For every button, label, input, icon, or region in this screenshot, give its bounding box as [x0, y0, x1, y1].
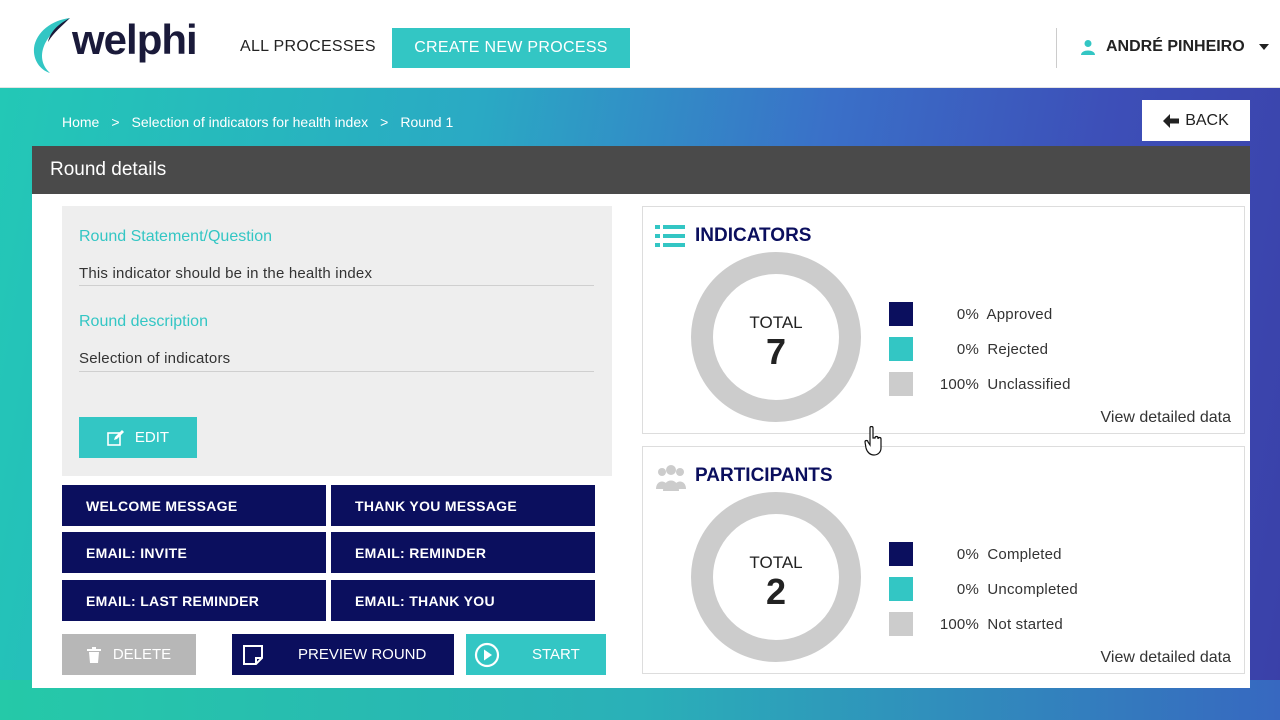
breadcrumb-home[interactable]: Home	[62, 114, 99, 130]
edit-label: EDIT	[134, 429, 170, 446]
back-label: BACK	[1185, 111, 1229, 129]
legend-pct: 0%	[956, 580, 979, 598]
trash-icon	[86, 646, 101, 663]
indicators-title: INDICATORS	[695, 225, 812, 246]
legend-swatch	[889, 542, 913, 566]
indicators-card: INDICATORS TOTAL 7 0% Approved 0% Reject…	[642, 206, 1245, 434]
indicators-total-value: 7	[765, 331, 787, 372]
description-underline	[79, 371, 594, 372]
legend-swatch	[889, 577, 913, 601]
user-name: ANDRÉ PINHEIRO	[1106, 38, 1245, 55]
welphi-logo[interactable]: welphi	[30, 16, 220, 74]
email-thank-you-button[interactable]: EMAIL: THANK YOU	[331, 580, 595, 621]
breadcrumb-round: Round 1	[400, 114, 454, 130]
legend-label: Rejected	[987, 340, 1049, 358]
participants-total-value: 2	[765, 571, 787, 612]
legend-label: Unclassified	[987, 375, 1071, 393]
users-icon	[656, 465, 686, 491]
legend-completed: 0% Completed	[889, 542, 1093, 566]
legend-pct: 0%	[956, 305, 979, 323]
statement-underline	[79, 285, 594, 286]
user-menu[interactable]: ANDRÉ PINHEIRO	[1080, 38, 1269, 56]
participants-total: TOTAL 2	[691, 553, 861, 613]
statement-label: Round Statement/Question	[79, 228, 273, 245]
legend-pct: 100%	[939, 375, 979, 393]
legend-pct: 0%	[956, 545, 979, 563]
participants-title: PARTICIPANTS	[695, 465, 833, 486]
legend-label: Completed	[987, 545, 1062, 563]
play-icon	[474, 642, 500, 668]
start-label: START	[532, 646, 580, 663]
chevron-down-icon	[1258, 44, 1269, 50]
breadcrumb-separator: >	[111, 114, 120, 130]
legend-swatch	[889, 337, 913, 361]
legend-label: Uncompleted	[987, 580, 1078, 598]
delete-label: DELETE	[112, 646, 172, 663]
preview-icon	[243, 645, 263, 665]
participants-view-detailed-link[interactable]: View detailed data	[1101, 649, 1231, 667]
statement-value: This indicator should be in the health i…	[79, 265, 373, 282]
legend-uncompleted: 0% Uncompleted	[889, 577, 1093, 601]
legend-label: Approved	[986, 305, 1053, 323]
welcome-message-button[interactable]: WELCOME MESSAGE	[62, 485, 326, 526]
indicators-total: TOTAL 7	[691, 313, 861, 373]
create-new-process-button[interactable]: CREATE NEW PROCESS	[392, 28, 630, 68]
description-label: Round description	[79, 313, 208, 330]
person-icon	[1081, 40, 1095, 55]
preview-round-label: PREVIEW ROUND	[298, 646, 427, 663]
arrow-left-icon	[1163, 113, 1180, 128]
legend-pct: 100%	[939, 615, 979, 633]
legend-swatch	[889, 302, 913, 326]
legend-swatch	[889, 612, 913, 636]
email-reminder-button[interactable]: EMAIL: REMINDER	[331, 532, 595, 573]
participants-total-label: TOTAL	[749, 553, 803, 572]
legend-unclassified: 100% Unclassified	[889, 372, 1093, 396]
breadcrumb-process[interactable]: Selection of indicators for health index	[132, 114, 369, 130]
participants-card: PARTICIPANTS TOTAL 2 0% Completed 0% Unc…	[642, 446, 1245, 674]
legend-not-started: 100% Not started	[889, 612, 1093, 636]
edit-button[interactable]: EDIT	[79, 417, 197, 458]
indicators-view-detailed-link[interactable]: View detailed data	[1101, 409, 1231, 427]
legend-pct: 0%	[956, 340, 979, 358]
logo-text: welphi	[72, 16, 198, 63]
thank-you-message-button[interactable]: THANK YOU MESSAGE	[331, 485, 595, 526]
logo-swoosh-icon	[33, 18, 70, 73]
edit-icon	[107, 429, 124, 446]
panel-title: Round details	[32, 146, 1250, 194]
legend-label: Not started	[987, 615, 1063, 633]
legend-rejected: 0% Rejected	[889, 337, 1093, 361]
description-value: Selection of indicators	[79, 350, 231, 367]
top-bar: welphi ALL PROCESSES CREATE NEW PROCESS …	[0, 0, 1280, 88]
legend-swatch	[889, 372, 913, 396]
nav-all-processes[interactable]: ALL PROCESSES	[240, 38, 376, 56]
email-invite-button[interactable]: EMAIL: INVITE	[62, 532, 326, 573]
indicators-total-label: TOTAL	[749, 313, 803, 332]
hand-cursor-icon	[864, 426, 882, 456]
breadcrumb: Home > Selection of indicators for healt…	[62, 114, 453, 130]
header-divider	[1056, 28, 1057, 68]
delete-button[interactable]: DELETE	[62, 634, 196, 675]
breadcrumb-separator: >	[380, 114, 389, 130]
list-icon	[655, 225, 685, 247]
back-button[interactable]: BACK	[1142, 100, 1250, 141]
start-button[interactable]: START	[466, 634, 606, 675]
preview-round-button[interactable]: PREVIEW ROUND	[232, 634, 454, 675]
email-last-reminder-button[interactable]: EMAIL: LAST REMINDER	[62, 580, 326, 621]
legend-approved: 0% Approved	[889, 302, 1093, 326]
